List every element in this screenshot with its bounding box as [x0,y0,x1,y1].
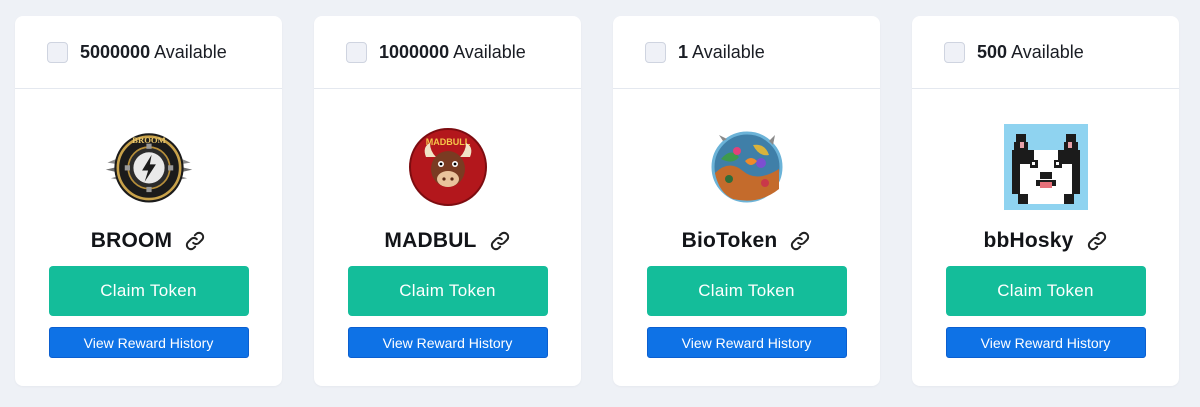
available-suffix: Available [692,41,765,62]
availability-label: 5000000 Available [80,42,227,63]
select-checkbox[interactable] [346,41,367,63]
available-count: 1000000 [379,41,450,62]
token-card-biotoken: 1 Available BioToken Claim Token View Re… [613,16,880,386]
token-name: MADBUL [384,229,477,252]
token-name-row: bbHosky [983,226,1107,256]
card-header: 1 Available [613,16,880,89]
token-name-row: BROOM [91,226,207,256]
token-card-madbul: 1000000 Available MADBULL MADBUL Claim T… [314,16,581,386]
svg-text:BROOM: BROOM [132,135,166,145]
link-icon[interactable] [789,230,811,252]
select-checkbox[interactable] [944,41,965,63]
availability-label: 1000000 Available [379,42,526,63]
link-icon[interactable] [184,230,206,252]
token-name: bbHosky [983,229,1074,252]
card-body: BROOM BROOM Claim Token View Reward Hist… [15,89,282,358]
claim-token-button[interactable]: Claim Token [48,266,249,316]
card-header: 1000000 Available [314,16,581,89]
view-reward-history-button[interactable]: View Reward History [347,327,548,358]
availability-label: 1 Available [678,42,765,63]
broom-logo-icon: BROOM [104,122,194,212]
view-reward-history-button[interactable]: View Reward History [48,327,249,358]
card-header: 5000000 Available [15,16,282,89]
link-icon[interactable] [1086,230,1108,252]
link-icon[interactable] [489,230,511,252]
token-card-broom: 5000000 Available BROOM BROOM Claim Toke… [15,16,282,386]
select-checkbox[interactable] [645,41,666,63]
bbhosky-logo-icon [1001,122,1091,212]
view-reward-history-button[interactable]: View Reward History [945,327,1146,358]
biotoken-logo-icon [702,122,792,212]
available-suffix: Available [154,41,227,62]
token-name: BioToken [681,229,778,252]
claim-token-button[interactable]: Claim Token [945,266,1146,316]
available-count: 1 [678,41,689,62]
available-count: 500 [977,41,1008,62]
available-suffix: Available [453,41,526,62]
token-card-grid: 5000000 Available BROOM BROOM Claim Toke… [0,0,1200,407]
claim-token-button[interactable]: Claim Token [646,266,847,316]
card-body: BioToken Claim Token View Reward History [613,89,880,358]
claim-token-button[interactable]: Claim Token [347,266,548,316]
available-suffix: Available [1011,41,1084,62]
select-checkbox[interactable] [47,41,68,63]
available-count: 5000000 [80,41,151,62]
token-name: BROOM [90,229,173,252]
madbul-logo-icon: MADBULL [403,122,493,212]
view-reward-history-button[interactable]: View Reward History [646,327,847,358]
availability-label: 500 Available [977,42,1084,63]
token-name-row: MADBUL [384,226,510,256]
card-body: bbHosky Claim Token View Reward History [912,89,1179,358]
token-card-bbhosky: 500 Available bbHosky Claim Token View R… [912,16,1179,386]
card-header: 500 Available [912,16,1179,89]
token-name-row: BioToken [682,226,812,256]
card-body: MADBULL MADBUL Claim Token View Reward H… [314,89,581,358]
svg-text:MADBULL: MADBULL [425,137,470,147]
